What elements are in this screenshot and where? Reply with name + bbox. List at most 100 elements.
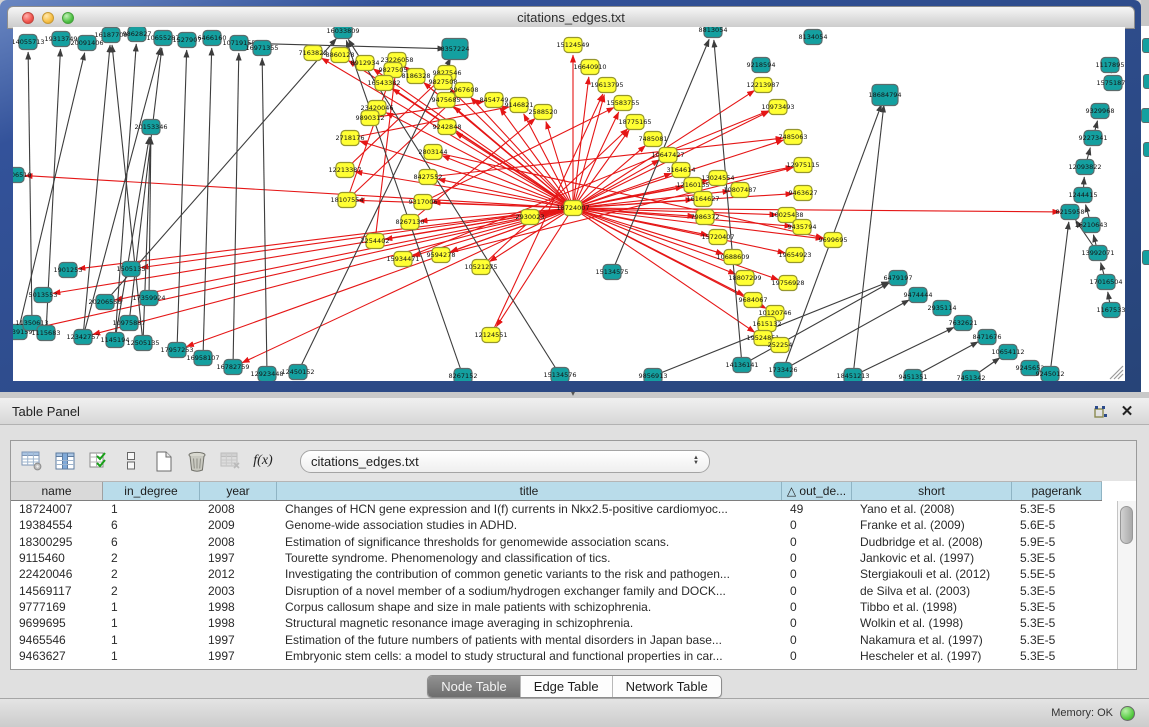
graph-node[interactable]: 18684794 xyxy=(868,85,901,106)
graph-node[interactable]: 18107554 xyxy=(330,193,363,208)
graph-node[interactable]: 7163822 xyxy=(299,46,328,61)
graph-node[interactable]: 9227341 xyxy=(1079,131,1108,146)
table-cell[interactable]: 2003 xyxy=(200,584,277,598)
table-cell[interactable]: Dudbridge et al. (2008) xyxy=(852,535,1012,549)
graph-node[interactable]: 15124549 xyxy=(556,38,589,53)
table-cell[interactable]: 2009 xyxy=(200,518,277,532)
table-cell[interactable]: 19384554 xyxy=(11,518,103,532)
table-cell[interactable]: 2008 xyxy=(200,535,277,549)
graph-node[interactable]: 1244415 xyxy=(1069,188,1098,203)
table-cell[interactable]: 2 xyxy=(103,551,200,565)
graph-node[interactable]: 8134054 xyxy=(799,30,828,45)
graph-node[interactable]: 9699695 xyxy=(819,233,848,248)
scrollbar-thumb[interactable] xyxy=(1120,506,1133,544)
table-cell[interactable]: Structural magnetic resonance image aver… xyxy=(277,616,782,630)
graph-node[interactable]: 5013553 xyxy=(29,288,58,303)
graph-node[interactable]: 13992071 xyxy=(1081,246,1114,261)
table-cell[interactable]: 5.3E-5 xyxy=(1012,502,1102,516)
graph-node[interactable]: 14136141 xyxy=(725,358,758,373)
table-row[interactable]: 969969511998Structural magnetic resonanc… xyxy=(11,615,1116,631)
table-cell[interactable]: 5.5E-5 xyxy=(1012,567,1102,581)
table-cell[interactable]: 22420046 xyxy=(11,567,103,581)
table-row[interactable]: 977716911998Corpus callosum shape and si… xyxy=(11,599,1116,615)
table-cell[interactable]: 9465546 xyxy=(11,633,103,647)
table-cell[interactable]: 0 xyxy=(782,616,852,630)
table-cell[interactable]: 9699695 xyxy=(11,616,103,630)
table-cell[interactable]: 49 xyxy=(782,502,852,516)
table-scrollbar[interactable] xyxy=(1117,501,1136,669)
graph-node[interactable]: 7485063 xyxy=(779,130,808,145)
tab-edge-table[interactable]: Edge Table xyxy=(520,676,612,697)
graph-node[interactable]: 1167533 xyxy=(1097,303,1125,318)
table-cell[interactable]: 6 xyxy=(103,535,200,549)
table-cell[interactable]: 2 xyxy=(103,584,200,598)
create-column-icon[interactable] xyxy=(151,448,177,474)
graph-node[interactable]: 1117895 xyxy=(1096,58,1125,73)
graph-node[interactable]: 10807487 xyxy=(723,183,756,198)
column-header-year[interactable]: year xyxy=(200,482,277,500)
graph-node[interactable]: 26206510 xyxy=(13,168,32,183)
minimize-window-button[interactable] xyxy=(42,12,54,24)
table-row[interactable]: 1830029562008Estimation of significance … xyxy=(11,534,1116,550)
table-row[interactable]: 1938455462009Genome-wide association stu… xyxy=(11,517,1116,533)
table-cell[interactable]: 0 xyxy=(782,567,852,581)
table-cell[interactable]: 5.3E-5 xyxy=(1012,633,1102,647)
table-cell[interactable]: Franke et al. (2009) xyxy=(852,518,1012,532)
table-cell[interactable]: 9777169 xyxy=(11,600,103,614)
table-cell[interactable]: 1 xyxy=(103,502,200,516)
graph-node[interactable]: 20153346 xyxy=(134,120,167,135)
function-builder-icon[interactable]: f(x) xyxy=(250,448,276,474)
table-cell[interactable]: 1 xyxy=(103,600,200,614)
table-cell[interactable]: 18724007 xyxy=(11,502,103,516)
table-cell[interactable]: 5.6E-5 xyxy=(1012,518,1102,532)
graph-node[interactable]: 1901253 xyxy=(54,263,83,278)
table-cell[interactable]: Wolkin et al. (1998) xyxy=(852,616,1012,630)
graph-node[interactable]: 9463627 xyxy=(789,186,818,201)
table-cell[interactable]: 1997 xyxy=(200,551,277,565)
graph-node[interactable]: 15134576 xyxy=(543,368,576,382)
table-cell[interactable]: 1997 xyxy=(200,633,277,647)
table-row[interactable]: 1456911722003Disruption of a novel membe… xyxy=(11,582,1116,598)
graph-node[interactable]: 8813054 xyxy=(699,27,728,38)
table-cell[interactable]: 1 xyxy=(103,649,200,663)
tab-network-table[interactable]: Network Table xyxy=(612,676,721,697)
table-cell[interactable]: 1998 xyxy=(200,616,277,630)
table-cell[interactable]: 0 xyxy=(782,535,852,549)
table-cell[interactable]: 0 xyxy=(782,649,852,663)
table-cell[interactable]: 14569117 xyxy=(11,584,103,598)
network-canvas[interactable]: 1872400771638228860128891293423226058982… xyxy=(13,27,1125,381)
graph-node[interactable]: 8912934 xyxy=(351,56,380,71)
graph-node[interactable]: 19756928 xyxy=(771,276,804,291)
graph-node[interactable]: 8357224 xyxy=(441,39,470,60)
graph-node[interactable]: 9218594 xyxy=(747,58,776,73)
table-cell[interactable]: 5.3E-5 xyxy=(1012,649,1102,663)
graph-node[interactable]: 8267152 xyxy=(449,369,478,382)
table-cell[interactable]: 2008 xyxy=(200,502,277,516)
graph-node[interactable]: 7485081 xyxy=(639,132,668,147)
graph-node[interactable]: 15720407 xyxy=(701,230,734,245)
show-columns-icon[interactable] xyxy=(52,448,78,474)
table-cell[interactable]: de Silva et al. (2003) xyxy=(852,584,1012,598)
table-cell[interactable]: 1998 xyxy=(200,600,277,614)
table-row[interactable]: 1872400712008Changes of HCN gene express… xyxy=(11,501,1116,517)
table-cell[interactable]: 5.3E-5 xyxy=(1012,584,1102,598)
graph-node[interactable]: 10521275 xyxy=(464,260,497,275)
table-cell[interactable]: Investigating the contribution of common… xyxy=(277,567,782,581)
column-header-in_degree[interactable]: in_degree xyxy=(103,482,200,500)
table-cell[interactable]: Yano et al. (2008) xyxy=(852,502,1012,516)
table-row[interactable]: 911546021997Tourette syndrome. Phenomeno… xyxy=(11,550,1116,566)
graph-node[interactable]: 17016504 xyxy=(1089,275,1122,290)
table-cell[interactable]: 5.3E-5 xyxy=(1012,551,1102,565)
graph-node[interactable]: 16164627 xyxy=(686,192,719,207)
column-header-out_de[interactable]: △ out_de... xyxy=(782,482,852,500)
close-window-button[interactable] xyxy=(22,12,34,24)
table-cell[interactable]: Embryonic stem cells: a model to study s… xyxy=(277,649,782,663)
zoom-window-button[interactable] xyxy=(62,12,74,24)
row-height-icon[interactable] xyxy=(118,448,144,474)
table-row[interactable]: 946554611997Estimation of the future num… xyxy=(11,631,1116,647)
graph-node[interactable]: 9329968 xyxy=(1086,104,1115,119)
table-cell[interactable]: 1997 xyxy=(200,649,277,663)
graph-node[interactable]: 12505135 xyxy=(126,336,159,351)
resize-grip[interactable] xyxy=(1110,366,1123,379)
graph-node[interactable]: 12213987 xyxy=(746,78,779,93)
